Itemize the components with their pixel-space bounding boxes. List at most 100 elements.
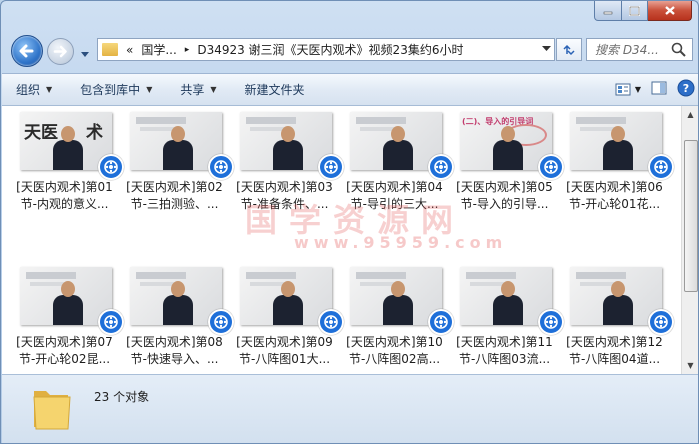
file-name: [天医内观术]第10 节-八阵图02高... <box>342 334 447 368</box>
presenter-head <box>61 126 75 142</box>
breadcrumb: « 国学... ▸ D34923 谢三润《天医内观术》视频23集约6小时 <box>122 39 538 60</box>
presenter-body <box>53 140 83 170</box>
include-library-label: 包含到库中 <box>80 83 141 97</box>
preview-pane-icon <box>651 81 667 95</box>
folder-icon <box>102 43 118 56</box>
media-player-icon <box>428 154 454 180</box>
file-name-line1: [天医内观术]第04 <box>346 180 443 194</box>
address-bar[interactable]: « 国学... ▸ D34923 谢三润《天医内观术》视频23集约6小时 <box>97 38 555 61</box>
file-item[interactable]: [天医内观术]第08 节-快速导入、... <box>122 265 234 375</box>
file-name-line2: 节-导入的引导... <box>460 197 549 211</box>
file-name-line2: 节-八阵图03流... <box>458 352 551 366</box>
share-menu[interactable]: 共享 ▼ <box>166 74 230 105</box>
view-options-button[interactable]: ▼ <box>615 83 641 96</box>
presenter-figure <box>603 126 633 170</box>
media-player-icon <box>208 154 234 180</box>
file-name-line1: [天医内观术]第07 <box>16 335 113 349</box>
file-name: [天医内观术]第12 节-八阵图04道... <box>562 334 667 368</box>
file-name-line1: [天医内观术]第05 <box>456 180 553 194</box>
presenter-head <box>391 126 405 142</box>
file-name-line1: [天医内观术]第02 <box>126 180 223 194</box>
file-name-line2: 节-准备条件、... <box>240 197 329 211</box>
file-name-line1: [天医内观术]第03 <box>236 180 333 194</box>
slide-heading <box>136 117 186 124</box>
organize-menu[interactable]: 组织 ▼ <box>2 74 66 105</box>
file-name-line1: [天医内观术]第01 <box>16 180 113 194</box>
search-input[interactable]: 搜索 D34... <box>587 41 670 58</box>
address-dropdown[interactable] <box>538 45 554 55</box>
media-player-icon <box>538 309 564 335</box>
slide-heading <box>136 272 186 279</box>
toolbar-right-group: ▼ ? <box>615 74 695 105</box>
media-player-icon <box>648 309 674 335</box>
preview-pane-button[interactable] <box>651 81 667 98</box>
presenter-body <box>163 295 193 325</box>
share-label: 共享 <box>180 83 205 97</box>
help-button[interactable]: ? <box>677 79 695 100</box>
presenter-figure <box>53 281 83 325</box>
chevron-down-icon: ▼ <box>634 85 641 94</box>
minimize-icon <box>603 11 613 14</box>
scroll-down-button[interactable]: ▼ <box>682 357 698 374</box>
breadcrumb-item-current[interactable]: D34923 谢三润《天医内观术》视频23集约6小时 <box>193 41 467 58</box>
presenter-body <box>163 140 193 170</box>
back-button[interactable] <box>11 35 43 67</box>
close-icon <box>664 6 675 15</box>
refresh-icon <box>563 44 575 55</box>
search-box[interactable]: 搜索 D34... <box>586 38 693 61</box>
file-list-pane[interactable]: 天医术 [天医内观术]第01 节-内观的意义... [天医内观术]第02 节-三拍测验、… <box>2 106 698 375</box>
presenter-figure <box>493 126 523 170</box>
presenter-head <box>501 281 515 297</box>
thumbnail-calligraphy-2: 术 <box>86 123 103 143</box>
file-name-line2: 节-内观的意义... <box>20 197 109 211</box>
chevron-down-icon <box>541 45 551 51</box>
chevron-down-icon: ▼ <box>46 85 53 94</box>
file-item[interactable]: [天医内观术]第07 节-开心轮02昆... <box>12 265 124 375</box>
slide-heading <box>576 272 626 279</box>
slide-heading <box>356 117 406 124</box>
media-player-icon <box>318 154 344 180</box>
minimize-button[interactable] <box>594 1 622 21</box>
close-button[interactable] <box>648 1 692 21</box>
recent-pages-dropdown[interactable] <box>80 47 90 61</box>
folder-icon <box>33 391 71 430</box>
file-item[interactable]: [天医内观术]第12 节-八阵图04道... <box>562 265 674 375</box>
file-item[interactable]: [天医内观术]第09 节-八阵图01大... <box>232 265 344 375</box>
file-item[interactable]: [天医内观术]第02 节-三拍测验、... <box>122 110 234 220</box>
breadcrumb-separator[interactable]: ▸ <box>181 45 194 55</box>
scrollbar-thumb[interactable] <box>684 140 698 292</box>
file-name-line1: [天医内观术]第12 <box>566 335 663 349</box>
include-library-menu[interactable]: 包含到库中 ▼ <box>66 74 166 105</box>
file-item[interactable]: [天医内观术]第10 节-八阵图02高... <box>342 265 454 375</box>
file-item[interactable]: 天医术 [天医内观术]第01 节-内观的意义... <box>12 110 124 220</box>
file-name-line2: 节-三拍测验、... <box>130 197 219 211</box>
back-arrow-icon <box>19 44 34 58</box>
presenter-figure <box>163 281 193 325</box>
file-item[interactable]: [天医内观术]第06 节-开心轮01花... <box>562 110 674 220</box>
presenter-head <box>171 281 185 297</box>
title-bar <box>1 1 698 31</box>
slide-heading <box>246 117 296 124</box>
explorer-window: « 国学... ▸ D34923 谢三润《天医内观术》视频23集约6小时 搜索 … <box>0 0 699 444</box>
chevron-down-icon: ▼ <box>146 85 153 94</box>
scroll-up-button[interactable]: ▲ <box>682 106 698 123</box>
file-name: [天医内观术]第02 节-三拍测验、... <box>122 179 227 213</box>
presenter-figure <box>53 126 83 170</box>
presenter-head <box>281 126 295 142</box>
file-item[interactable]: [天医内观术]第04 节-导引的三大... <box>342 110 454 220</box>
breadcrumb-item-guoxue[interactable]: 国学... <box>137 41 180 58</box>
new-folder-button[interactable]: 新建文件夹 <box>231 74 319 105</box>
file-item[interactable]: (二)、导入的引导词 [天医内观术]第05 节-导入的引导... <box>452 110 564 220</box>
help-icon: ? <box>677 79 695 97</box>
breadcrumb-overflow[interactable]: « <box>122 43 137 57</box>
vertical-scrollbar[interactable]: ▲ ▼ <box>681 106 698 374</box>
file-item[interactable]: [天医内观术]第03 节-准备条件、... <box>232 110 344 220</box>
maximize-button[interactable] <box>622 1 648 21</box>
file-item[interactable]: [天医内观术]第11 节-八阵图03流... <box>452 265 564 375</box>
refresh-button[interactable] <box>556 38 582 61</box>
presenter-figure <box>273 126 303 170</box>
file-name: [天医内观术]第03 节-准备条件、... <box>232 179 337 213</box>
forward-button[interactable] <box>47 38 74 65</box>
slide-heading <box>356 272 406 279</box>
search-icon[interactable] <box>670 42 688 58</box>
